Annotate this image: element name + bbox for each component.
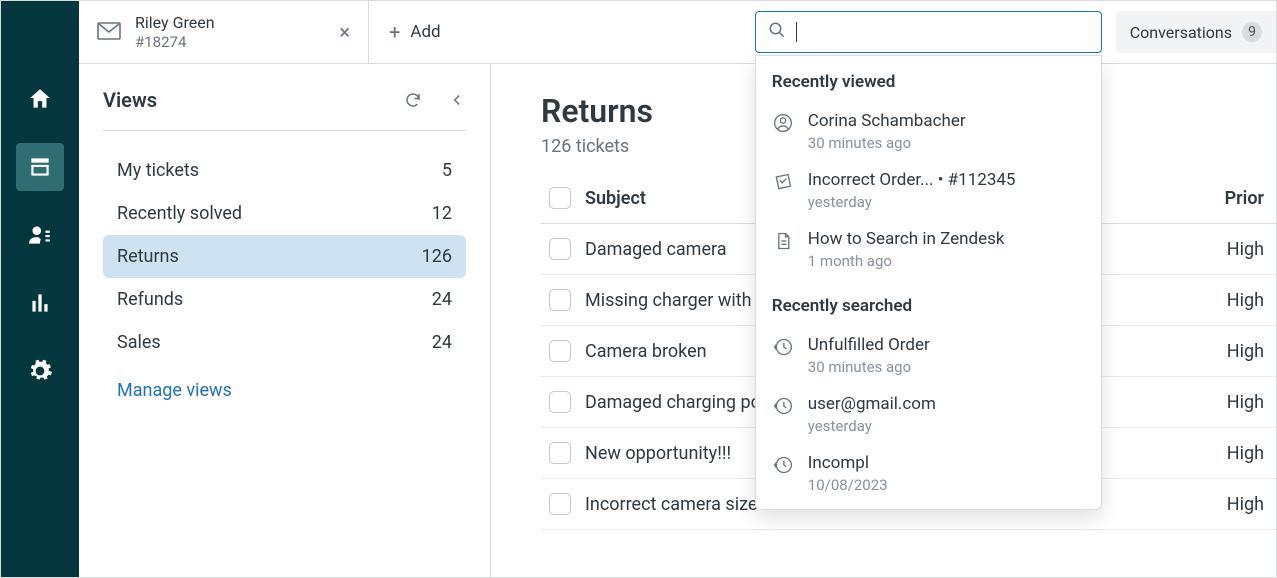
recent-view-item[interactable]: Corina Schambacher 30 minutes ago [756, 102, 1101, 161]
text-cursor [796, 22, 797, 42]
nav-rail [1, 1, 79, 577]
row-checkbox[interactable] [549, 340, 571, 362]
tab-title: Riley Green [135, 13, 215, 32]
history-icon [772, 336, 794, 358]
subject-header[interactable]: Subject [585, 188, 646, 209]
search-field[interactable] [807, 23, 1089, 41]
recently-searched-header: Recently searched [756, 280, 1101, 326]
view-returns[interactable]: Returns 126 [103, 235, 466, 278]
refresh-icon[interactable] [404, 91, 422, 109]
select-all-checkbox[interactable] [549, 187, 571, 209]
search-dropdown: Recently viewed Corina Schambacher 30 mi… [755, 55, 1102, 510]
view-refunds[interactable]: Refunds 24 [103, 278, 466, 321]
recent-view-item[interactable]: How to Search in Zendesk 1 month ago [756, 220, 1101, 279]
row-checkbox[interactable] [549, 238, 571, 260]
search-icon [768, 21, 786, 43]
row-checkbox[interactable] [549, 391, 571, 413]
recent-search-item[interactable]: Incompl 10/08/2023 [756, 444, 1101, 503]
recently-viewed-header: Recently viewed [756, 56, 1101, 102]
conversations-label: Conversations [1130, 23, 1232, 42]
view-sales[interactable]: Sales 24 [103, 321, 466, 364]
row-checkbox[interactable] [549, 442, 571, 464]
mail-icon [97, 22, 121, 42]
rail-customers-icon[interactable] [16, 211, 64, 259]
topbar: Riley Green #18274 × + Add [79, 1, 1276, 64]
document-icon [772, 230, 794, 252]
close-icon[interactable]: × [339, 22, 350, 42]
priority-header[interactable]: Prior [1225, 188, 1276, 209]
recent-search-item[interactable]: Unfulfilled Order 30 minutes ago [756, 326, 1101, 385]
history-icon [772, 395, 794, 417]
person-icon [772, 112, 794, 134]
recent-search-item[interactable]: user@gmail.com yesterday [756, 385, 1101, 444]
row-checkbox[interactable] [549, 493, 571, 515]
conversations-badge: 9 [1242, 22, 1262, 42]
view-list: My tickets 5 Recently solved 12 Returns … [103, 149, 466, 364]
manage-views-link[interactable]: Manage views [103, 364, 466, 401]
add-tab-button[interactable]: + Add [369, 1, 461, 63]
rail-home-icon[interactable] [16, 75, 64, 123]
tab-sub: #18274 [135, 33, 215, 51]
search-input[interactable] [755, 11, 1102, 53]
rail-views-icon[interactable] [16, 143, 64, 191]
ticket-icon [772, 171, 794, 193]
views-sidebar: Views My tickets 5 [79, 64, 491, 577]
recent-view-item[interactable]: Incorrect Order... • #112345 yesterday [756, 161, 1101, 220]
row-checkbox[interactable] [549, 289, 571, 311]
conversations-button[interactable]: Conversations 9 [1116, 11, 1276, 53]
ticket-tab[interactable]: Riley Green #18274 × [79, 1, 369, 63]
add-label: Add [410, 22, 440, 42]
sidebar-title: Views [103, 88, 157, 112]
rail-reports-icon[interactable] [16, 279, 64, 327]
view-recently-solved[interactable]: Recently solved 12 [103, 192, 466, 235]
collapse-icon[interactable] [448, 91, 466, 109]
history-icon [772, 454, 794, 476]
view-my-tickets[interactable]: My tickets 5 [103, 149, 466, 192]
rail-settings-icon[interactable] [16, 347, 64, 395]
plus-icon: + [389, 20, 400, 44]
